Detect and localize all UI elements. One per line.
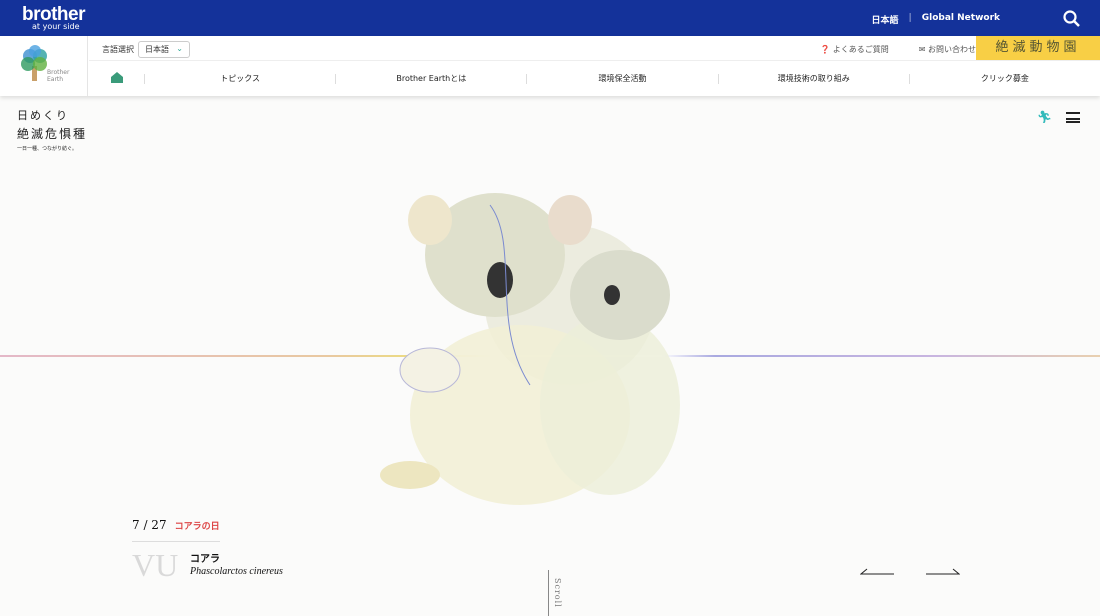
search-icon[interactable] <box>1063 10 1080 27</box>
brother-logo[interactable]: brother at your side <box>22 5 86 31</box>
scroll-indicator[interactable]: Scroll <box>548 570 562 616</box>
brother-earth-logo[interactable]: Brother Earth <box>0 36 88 96</box>
faq-link[interactable]: ❓ よくあるご質問 <box>820 44 889 55</box>
svg-text:Brother: Brother <box>47 69 70 76</box>
nav-click-donation[interactable]: クリック募金 <box>908 73 1100 84</box>
status-badge: VU <box>132 547 179 583</box>
main-nav: トピックス Brother Earthとは 環境保全活動 環境技術の取り組み ク… <box>89 60 1100 96</box>
nav-about[interactable]: Brother Earthとは <box>335 73 526 84</box>
contact-link[interactable]: ✉ お問い合わせ <box>919 44 976 55</box>
language-label: 言語選択 <box>102 45 134 54</box>
nav-activities[interactable]: 環境保全活動 <box>526 73 717 84</box>
top-bar: brother at your side 日本語 | Global Network <box>0 0 1100 36</box>
language-link[interactable]: 日本語 <box>871 13 898 26</box>
tree-logo-icon: BrotherEarth <box>21 45 70 83</box>
language-select[interactable]: 日本語 ⌄ <box>138 41 190 58</box>
menu-icon[interactable] <box>1066 112 1080 123</box>
nav-topics[interactable]: トピックス <box>144 73 335 84</box>
divider <box>132 541 220 542</box>
svg-text:Earth: Earth <box>47 76 63 83</box>
day-name: コアラの日 <box>174 522 220 532</box>
arrow-left-icon[interactable] <box>860 566 894 576</box>
species-name-scientific: Phascolarctos cinereus <box>190 566 283 577</box>
divider: | <box>908 13 912 23</box>
global-network-link[interactable]: Global Network <box>922 13 1000 26</box>
zoo-banner[interactable]: 絶滅動物園 <box>976 36 1100 60</box>
chevron-down-icon: ⌄ <box>176 44 183 53</box>
date: 7 / 27 コアラの日 <box>132 518 220 532</box>
nav-technology[interactable]: 環境技術の取り組み <box>717 73 909 84</box>
site-brand[interactable]: 日めくり 絶滅危惧種 一日一種、つながり紡ぐ。 <box>17 107 87 152</box>
arrow-right-icon[interactable] <box>926 566 960 576</box>
species-name-jp: コアラ <box>190 554 220 565</box>
runner-icon[interactable]: 🏃︎ <box>1037 110 1052 124</box>
koala-illustration <box>380 193 680 505</box>
site-header: Brother Earth 言語選択 日本語 ⌄ ❓ よくあるご質問 ✉ お問い合わせ … <box>0 36 1100 96</box>
home-icon[interactable] <box>89 72 144 85</box>
